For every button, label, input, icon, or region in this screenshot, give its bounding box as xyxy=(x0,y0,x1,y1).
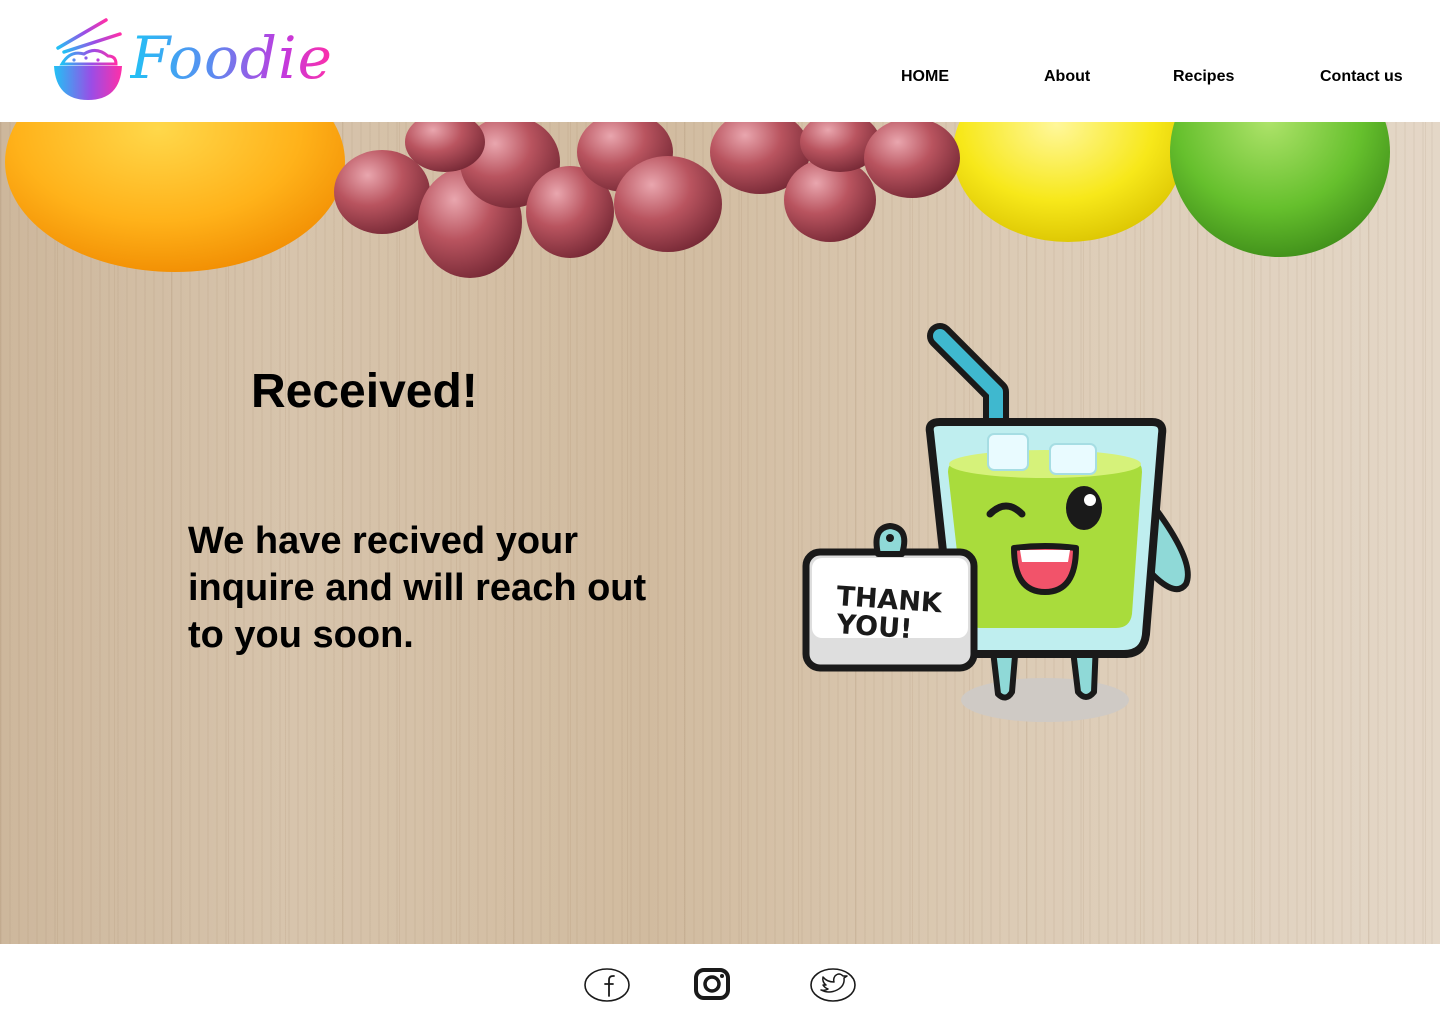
facebook-icon[interactable] xyxy=(583,966,631,1004)
nav-about-link[interactable]: About xyxy=(1044,68,1090,86)
hero-section: Received! We have recived your inquire a… xyxy=(0,122,1440,944)
nav-home-link[interactable]: HOME xyxy=(901,68,949,86)
confirmation-message: We have recived your inquire and will re… xyxy=(188,520,647,656)
brand-name: Foodie xyxy=(130,18,333,98)
fruit-border-image xyxy=(5,122,1390,278)
brand-logo[interactable]: Foodie xyxy=(50,14,332,110)
nav-contact-link[interactable]: Contact us xyxy=(1320,68,1403,86)
header: Foodie HOME About Recipes Contact us xyxy=(0,0,1440,122)
thank-you-mascot-illustration: THANK YOU! xyxy=(802,323,1191,722)
sign-text-line2: YOU! xyxy=(835,609,914,645)
bowl-icon xyxy=(54,18,122,100)
page-title: Received! xyxy=(251,365,478,418)
twitter-icon[interactable] xyxy=(809,966,857,1004)
footer xyxy=(0,944,1440,1024)
instagram-icon[interactable] xyxy=(690,966,738,1004)
nav-recipes-link[interactable]: Recipes xyxy=(1173,68,1234,86)
